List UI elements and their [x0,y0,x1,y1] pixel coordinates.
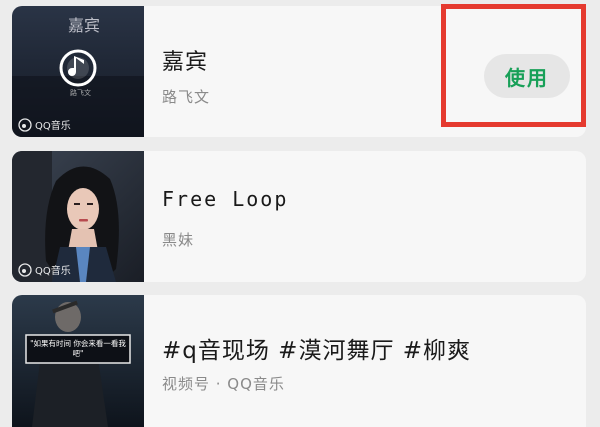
video-title: #q音现场 #漠河舞厅 #柳爽 [162,338,472,364]
cover-caption: "如果有时间 你会来看一看我吧" [30,339,126,358]
song-title: 嘉宾 [162,50,209,75]
cover-image: 嘉宾 路飞文 QQ音乐 [12,6,144,137]
cover-title: 嘉宾 [68,16,101,35]
music-list: 嘉宾 路飞文 QQ音乐 嘉宾 路飞文 QQ音乐 Free Loop 黑妹 "如果… [0,0,600,427]
song-artist: 黑妹 [162,231,195,249]
list-item[interactable]: "如果有时间 你会来看一看我吧" #q音现场 #漠河舞厅 #柳爽 视频号 · Q… [12,295,586,427]
badge-label: QQ音乐 [35,266,71,277]
qq-music-badge: QQ音乐 [18,262,71,277]
badge-label: QQ音乐 [35,121,71,132]
qq-music-badge: QQ音乐 [18,117,71,132]
song-artist: 路飞文 [162,88,211,106]
qq-music-icon [18,262,32,277]
video-source: 视频号 · QQ音乐 [162,375,285,393]
qq-music-icon [18,117,32,132]
use-button[interactable]: 使用 [484,54,570,98]
cover-image: "如果有时间 你会来看一看我吧" [12,295,144,427]
list-item[interactable]: QQ音乐 Free Loop 黑妹 [12,151,586,282]
cover-image: QQ音乐 [12,151,144,282]
cover-artist: 路飞文 [70,89,91,97]
song-title: Free Loop [162,187,289,211]
